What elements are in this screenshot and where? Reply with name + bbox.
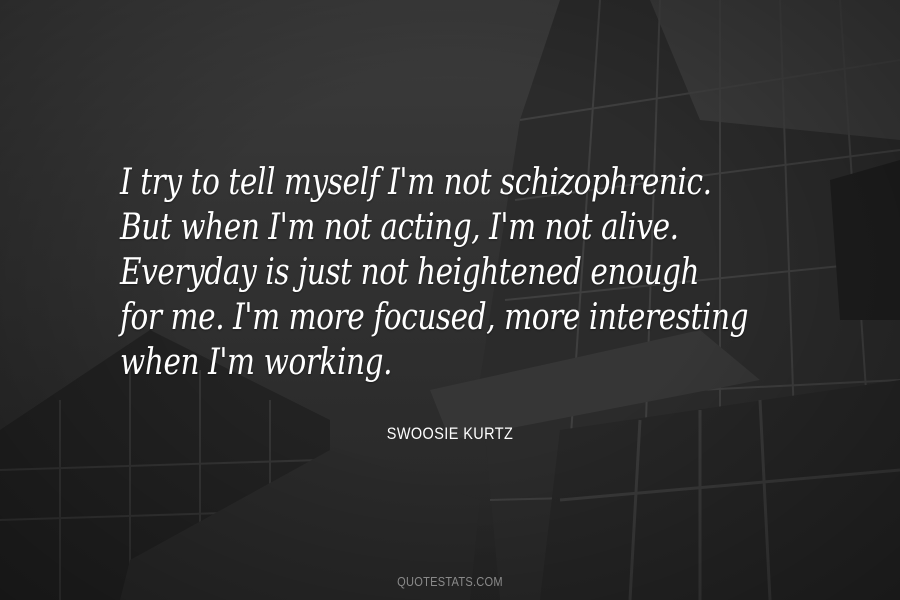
quote-line: But when I'm not acting, I'm not alive. xyxy=(120,207,679,248)
quote-line: I try to tell myself I'm not schizophren… xyxy=(120,162,712,203)
quote-line: for me. I'm more focused, more interesti… xyxy=(120,297,749,338)
quote-line: when I'm working. xyxy=(120,342,393,383)
quote-image: I try to tell myself I'm not schizophren… xyxy=(0,0,900,600)
quote-line: Everyday is just not heightened enough xyxy=(120,252,700,293)
quote-author: SWOOSIE KURTZ xyxy=(386,424,514,443)
quote-text: I try to tell myself I'm not schizophren… xyxy=(120,160,780,385)
site-watermark: QUOTESTATS.COM xyxy=(397,574,503,589)
